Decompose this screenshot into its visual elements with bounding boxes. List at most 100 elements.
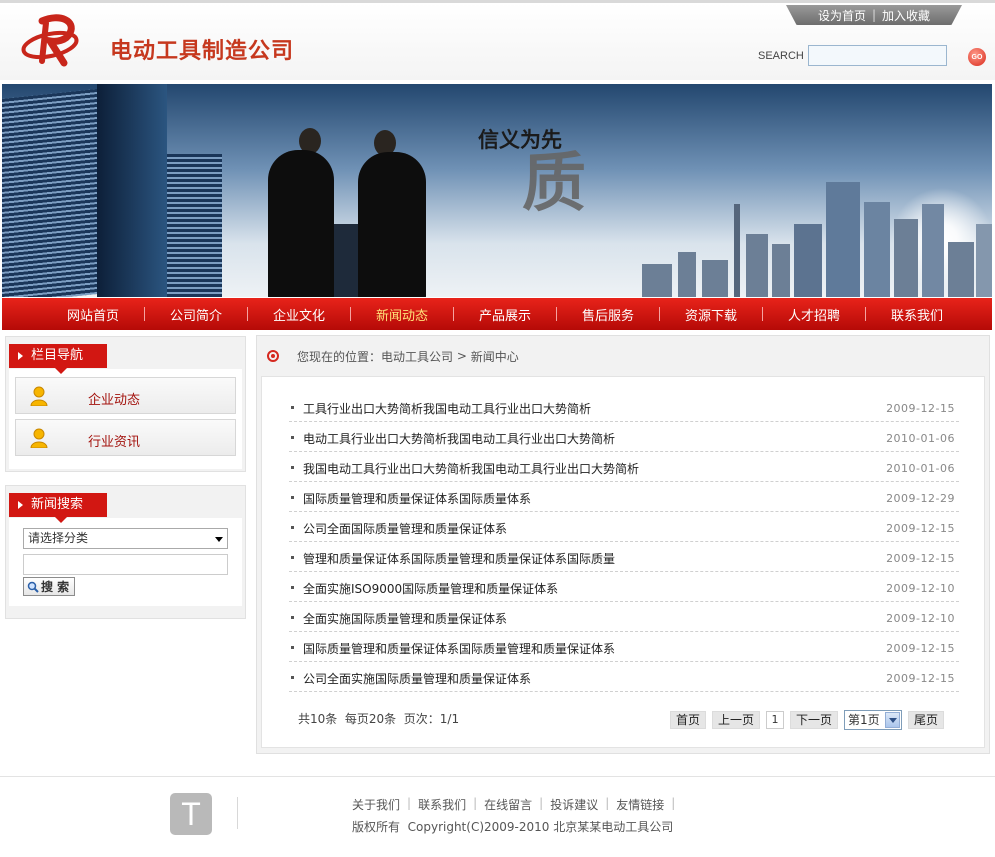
news-title-link[interactable]: 管理和质量保证体系国际质量管理和质量保证体系国际质量 (303, 550, 615, 567)
nav-item[interactable]: 公司简介 (145, 305, 247, 324)
bullet-icon (291, 616, 294, 619)
category-select[interactable]: 请选择分类 (23, 528, 228, 549)
user-icon (30, 386, 48, 406)
main-panel: 您现在的位置： 电动工具公司 > 新闻中心 工具行业出口大势简析我国电动工具行业… (256, 335, 990, 754)
breadcrumb-separator: > (453, 349, 471, 363)
nav-item[interactable]: 人才招聘 (763, 305, 865, 324)
category-label: 企业动态 (88, 393, 141, 408)
news-date: 2009-12-15 (886, 402, 955, 415)
footer-link-separator: | (671, 796, 676, 810)
footer-link-separator: | (539, 796, 544, 810)
banner-building (948, 242, 974, 297)
category-select-value: 请选择分类 (28, 531, 89, 545)
last-page-button[interactable]: 尾页 (908, 711, 945, 729)
footer-link-separator: | (473, 796, 478, 810)
keyword-input[interactable] (23, 554, 228, 575)
page-select[interactable]: 第1页 (844, 710, 903, 730)
news-row: 公司全面实施国际质量管理和质量保证体系 2009-12-15 (289, 662, 959, 692)
bullet-icon (291, 586, 294, 589)
page-number[interactable]: 1 (766, 711, 785, 729)
add-favorite-link[interactable]: 加入收藏 (882, 7, 930, 24)
category-industry-news[interactable]: 行业资讯 (15, 419, 236, 456)
news-date: 2010-01-06 (886, 432, 955, 445)
news-title-link[interactable]: 国际质量管理和质量保证体系国际质量体系 (303, 490, 531, 507)
news-title-link[interactable]: 我国电动工具行业出口大势简析我国电动工具行业出口大势简析 (303, 460, 639, 477)
column-nav-header: 栏目导航 (6, 337, 245, 374)
bullet-icon (291, 646, 294, 649)
main-nav: 网站首页 公司简介 企业文化 新闻动态 产品展示 售后服务 资源下载 人才招聘 联系我们 (2, 298, 992, 330)
news-content: 工具行业出口大势简析我国电动工具行业出口大势简析 2009-12-15 电动工具行业… (261, 376, 985, 748)
first-page-button[interactable]: 首页 (670, 711, 707, 729)
target-icon (267, 350, 279, 362)
go-button[interactable]: GO (968, 48, 986, 66)
news-date: 2009-12-15 (886, 552, 955, 565)
news-title-link[interactable]: 工具行业出口大势简析我国电动工具行业出口大势简析 (303, 400, 591, 417)
nav-item[interactable]: 联系我们 (866, 305, 968, 324)
company-name: 电动工具制造公司 (110, 38, 295, 64)
banner-slogan-big: 质 (522, 146, 586, 221)
footer-link[interactable]: 在线留言 (484, 796, 532, 813)
footer-link-separator: | (605, 796, 610, 810)
news-row: 工具行业出口大势简析我国电动工具行业出口大势简析 2009-12-15 (289, 392, 959, 422)
nav-item[interactable]: 售后服务 (557, 305, 659, 324)
footer-link[interactable]: 友情链接 (616, 796, 664, 813)
nav-item[interactable]: 资源下载 (660, 305, 762, 324)
nav-item[interactable]: 企业文化 (248, 305, 350, 324)
breadcrumb-home[interactable]: 电动工具公司 (381, 348, 453, 365)
prev-page-button[interactable]: 上一页 (712, 711, 761, 729)
nav-item[interactable]: 网站首页 (42, 305, 144, 324)
news-row: 国际质量管理和质量保证体系国际质量体系 2009-12-29 (289, 482, 959, 512)
banner-building (976, 224, 992, 297)
news-date: 2009-12-10 (886, 612, 955, 625)
nav-item[interactable]: 产品展示 (454, 305, 556, 324)
footer-logo: T (170, 793, 212, 835)
breadcrumb: 您现在的位置： 电动工具公司 > 新闻中心 (267, 346, 519, 366)
news-row: 电动工具行业出口大势简析我国电动工具行业出口大势简析 2010-01-06 (289, 422, 959, 452)
footer-link[interactable]: 联系我们 (418, 796, 466, 813)
set-homepage-link[interactable]: 设为首页 (818, 7, 866, 24)
news-search-button[interactable]: 搜 索 (23, 577, 75, 596)
banner-building (772, 244, 790, 297)
footer-link[interactable]: 投诉建议 (550, 796, 598, 813)
chevron-down-icon (215, 537, 223, 542)
banner-building (734, 204, 740, 297)
footer-vertical-divider (237, 797, 238, 829)
bullet-icon (291, 436, 294, 439)
news-search-form: 请选择分类 搜 索 (9, 518, 242, 606)
copyright: 版权所有 Copyright(C)2009-2010 北京某某电动工具公司 (352, 820, 674, 834)
banner-building (746, 234, 768, 297)
search-input[interactable] (808, 45, 947, 66)
news-title-link[interactable]: 全面实施ISO9000国际质量管理和质量保证体系 (303, 580, 558, 597)
bullet-icon (291, 406, 294, 409)
nav-item[interactable]: 新闻动态 (351, 305, 453, 324)
column-nav-list: 企业动态 行业资讯 (9, 369, 242, 469)
banner-person (358, 152, 426, 297)
news-date: 2009-12-29 (886, 492, 955, 505)
news-title-link[interactable]: 公司全面实施国际质量管理和质量保证体系 (303, 670, 531, 687)
banner-building (97, 84, 167, 297)
news-title-link[interactable]: 国际质量管理和质量保证体系国际质量管理和质量保证体系 (303, 640, 615, 657)
banner-building (642, 264, 672, 297)
top-links: 设为首页 | 加入收藏 (786, 5, 962, 25)
news-row: 管理和质量保证体系国际质量管理和质量保证体系国际质量 2009-12-15 (289, 542, 959, 572)
bullet-icon (291, 556, 294, 559)
company-logo-icon (21, 14, 79, 67)
news-date: 2009-12-10 (886, 582, 955, 595)
banner-building (922, 204, 944, 297)
breadcrumb-current: 新闻中心 (470, 349, 519, 364)
banner-building (864, 202, 890, 297)
footer-links: 关于我们 | 联系我们 | 在线留言 | 投诉建议 | 友情链接 | (352, 796, 682, 813)
banner-building (826, 182, 860, 297)
top-link-separator: | (871, 8, 877, 22)
magnifier-icon (27, 581, 39, 593)
news-title-link[interactable]: 全面实施国际质量管理和质量保证体系 (303, 610, 507, 627)
news-title-link[interactable]: 电动工具行业出口大势简析我国电动工具行业出口大势简析 (303, 430, 615, 447)
banner-image: 信义为先 质 (2, 84, 992, 297)
chevron-down-icon (885, 712, 901, 728)
footer-divider-line (0, 776, 995, 777)
category-enterprise-news[interactable]: 企业动态 (15, 377, 236, 414)
news-title-link[interactable]: 公司全面国际质量管理和质量保证体系 (303, 520, 507, 537)
next-page-button[interactable]: 下一页 (790, 711, 839, 729)
footer-link[interactable]: 关于我们 (352, 796, 400, 813)
user-icon (30, 428, 48, 448)
